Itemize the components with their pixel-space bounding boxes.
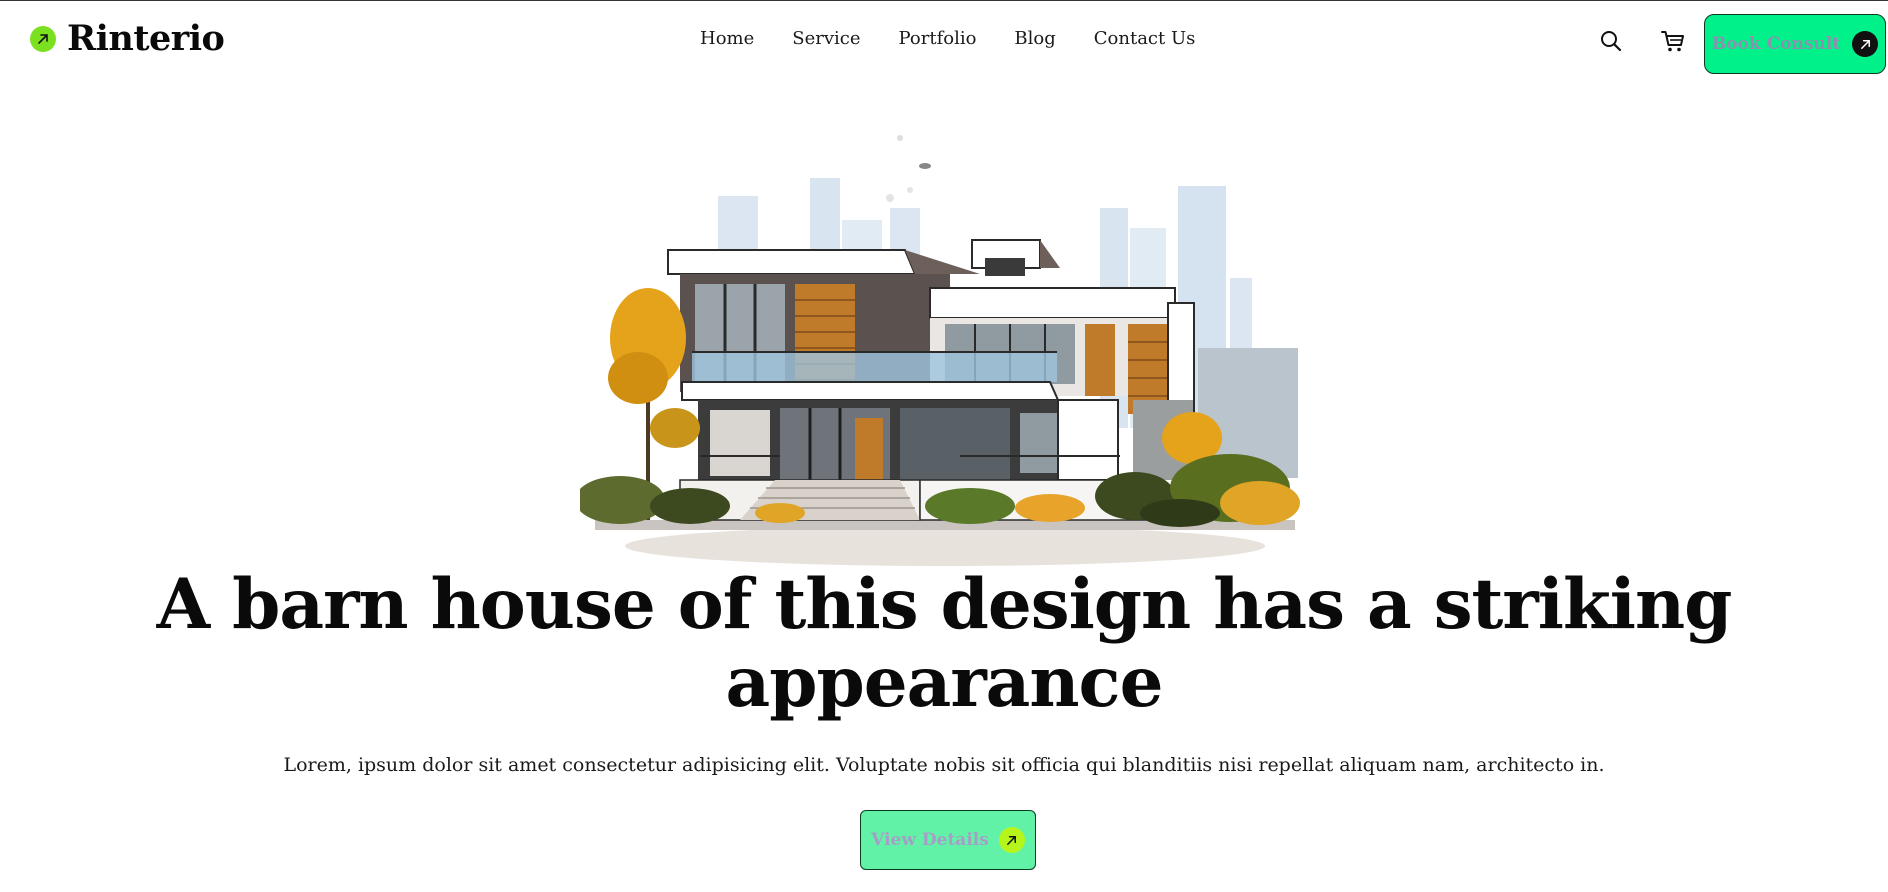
nav-service[interactable]: Service	[792, 28, 860, 49]
logo-text: Rinterio	[67, 18, 225, 59]
modern-house-illustration	[575, 128, 1310, 578]
logo[interactable]: Rinterio	[30, 18, 225, 59]
hero-description: Lorem, ipsum dolor sit amet consectetur …	[283, 754, 1605, 776]
book-consult-button[interactable]: Book Consult	[1704, 14, 1886, 74]
arrow-up-right-icon	[998, 827, 1025, 853]
view-details-label: View Details	[871, 830, 989, 850]
book-consult-label: Book Consult	[1711, 34, 1841, 54]
arrow-up-right-icon	[1852, 31, 1879, 57]
nav-home[interactable]: Home	[700, 28, 754, 49]
nav-contact-us[interactable]: Contact Us	[1094, 28, 1196, 49]
logo-arrow-icon	[30, 25, 56, 52]
nav-portfolio[interactable]: Portfolio	[899, 28, 977, 49]
hero-title: A barn house of this design has a striki…	[156, 564, 1733, 723]
view-details-button[interactable]: View Details	[860, 810, 1036, 870]
site-header: Rinterio Home Service Portfolio Blog Con…	[0, 0, 1888, 84]
cart-icon[interactable]	[1658, 26, 1688, 56]
main-nav: Home Service Portfolio Blog Contact Us	[700, 28, 1195, 49]
nav-blog[interactable]: Blog	[1014, 28, 1055, 49]
search-icon[interactable]	[1596, 26, 1626, 56]
